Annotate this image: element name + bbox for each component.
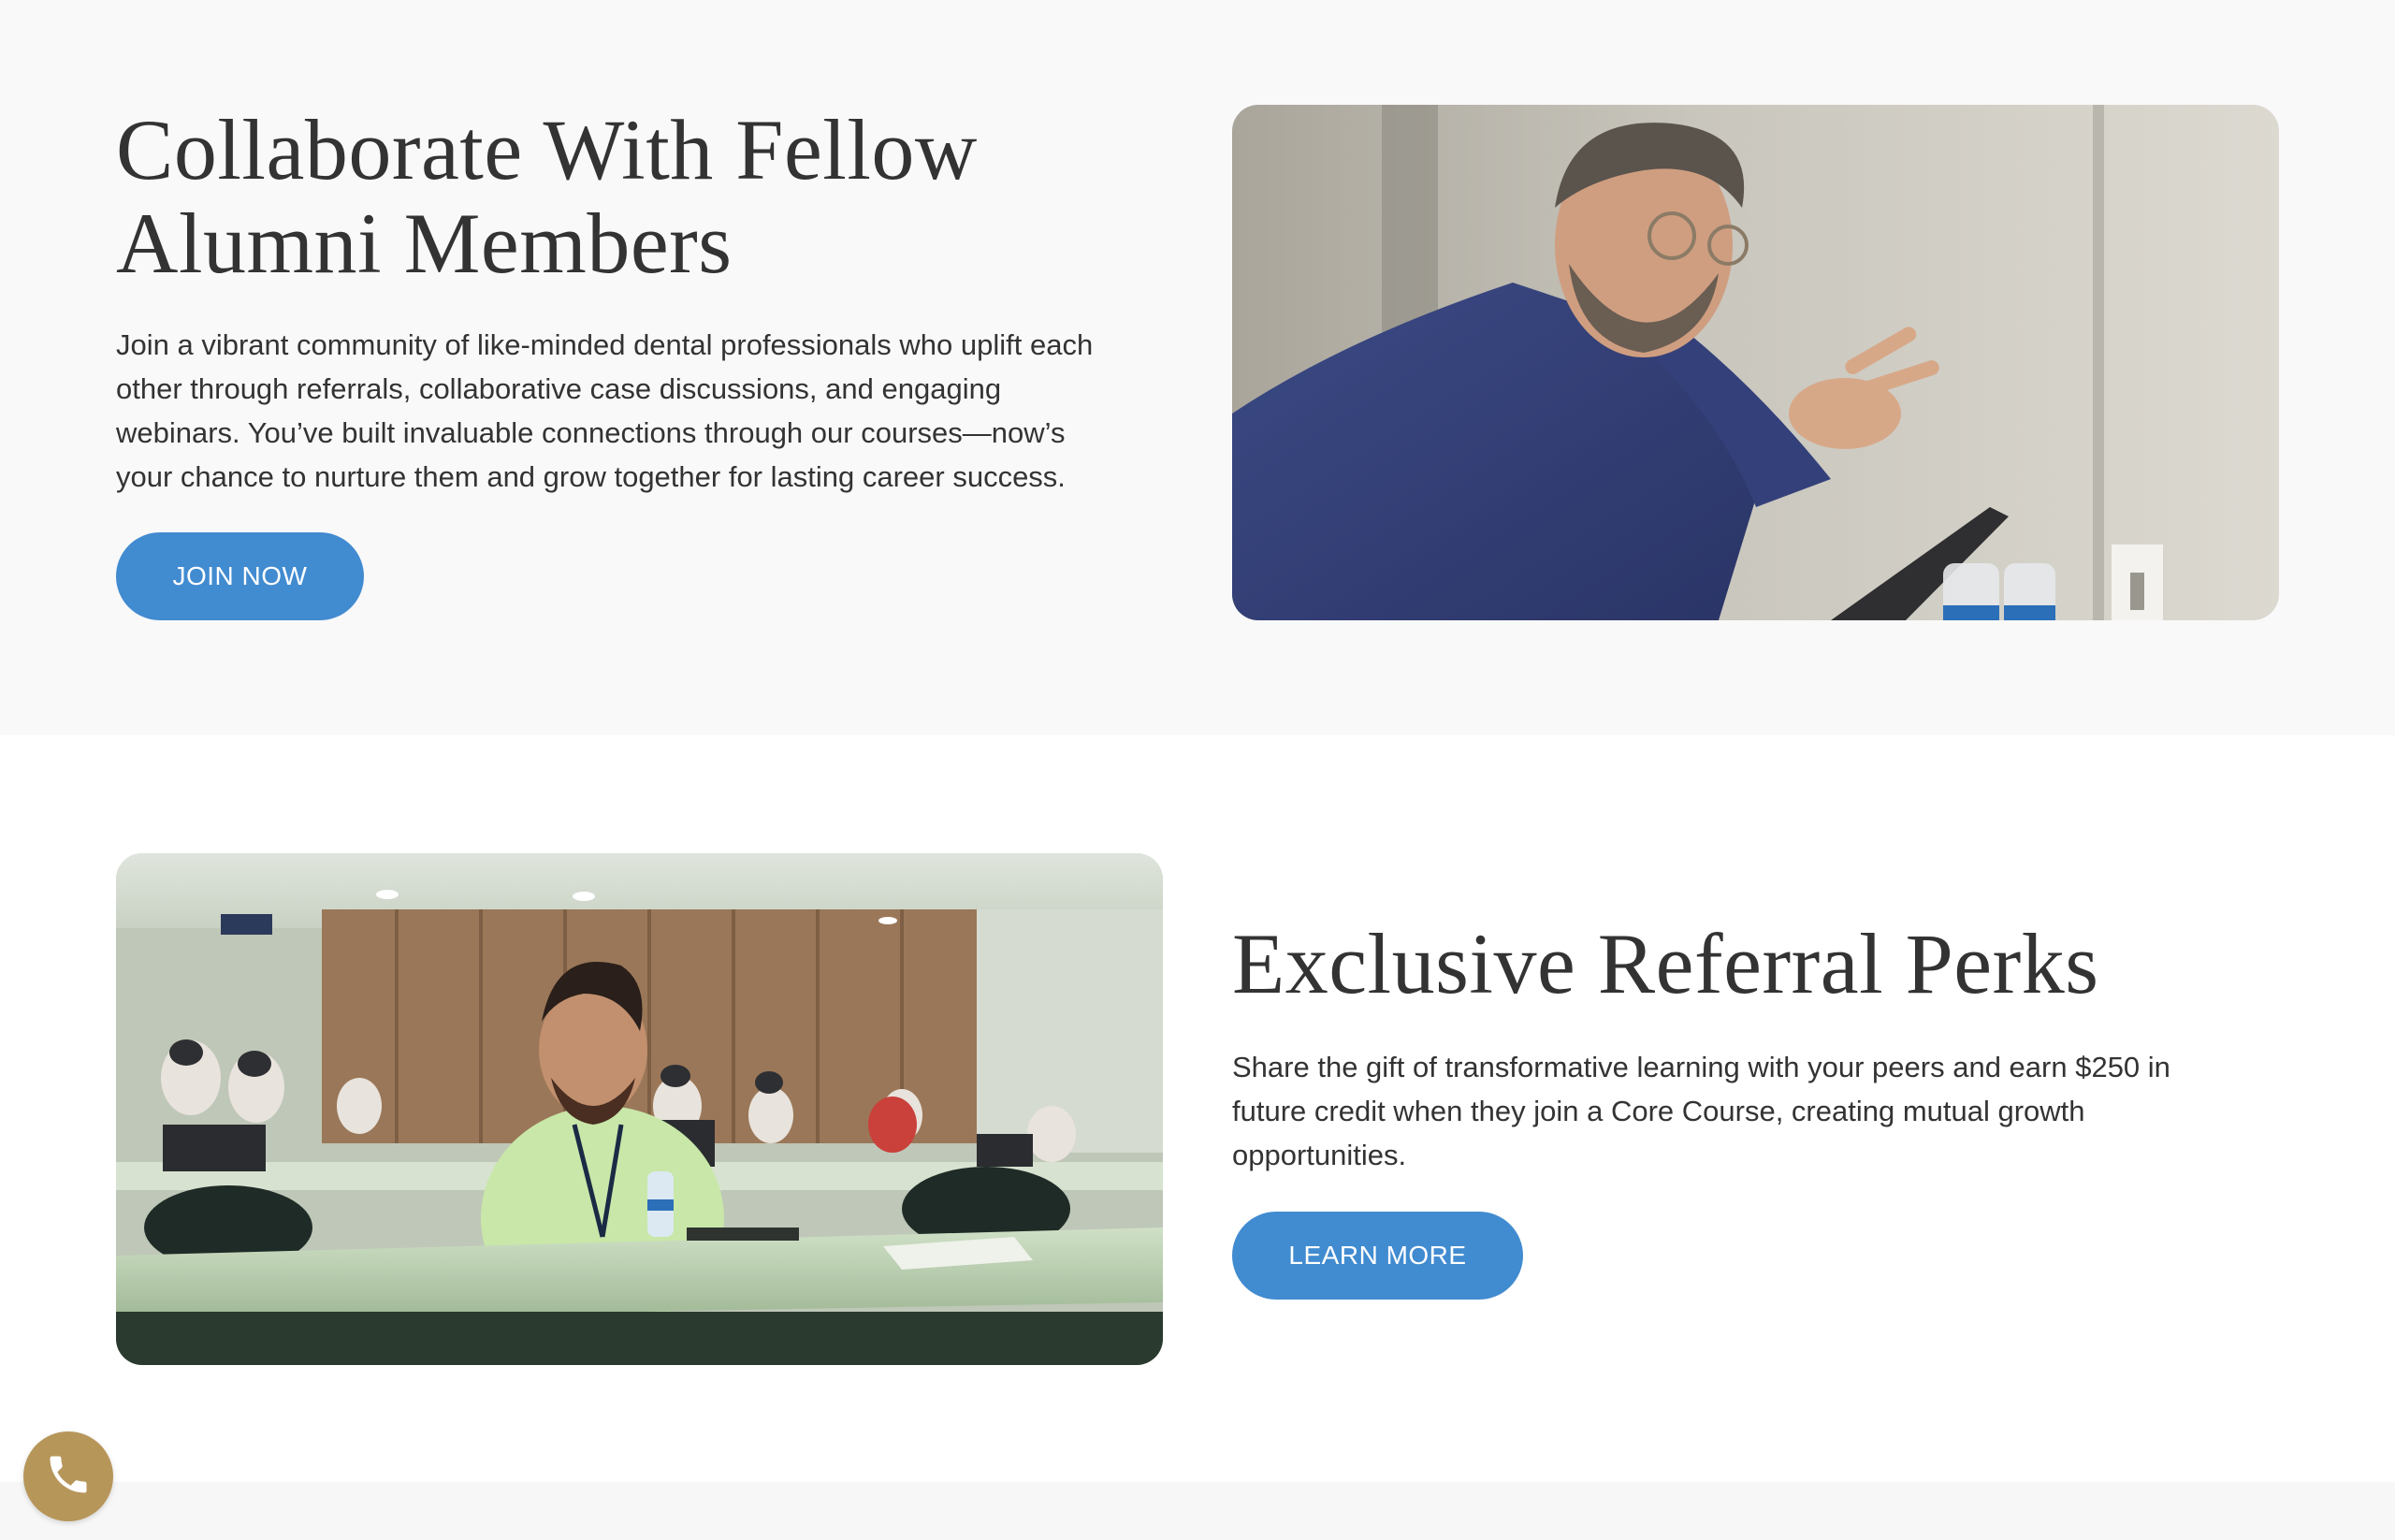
footer-strip — [0, 1482, 2395, 1540]
alumni-description-line-2: other through referrals, collaborative c… — [116, 372, 1002, 405]
learn-more-label: LEARN MORE — [1288, 1241, 1467, 1270]
phone-icon — [44, 1450, 93, 1504]
join-now-button[interactable]: JOIN NOW — [116, 532, 364, 620]
learn-more-button[interactable]: LEARN MORE — [1232, 1212, 1523, 1300]
alumni-description-line-3: webinars. You’ve built invaluable connec… — [116, 416, 1066, 449]
referral-title: Exclusive Referral Perks — [1232, 916, 2099, 1011]
phone-call-button[interactable] — [23, 1431, 113, 1521]
referral-description-line-3: opportunities. — [1232, 1139, 1407, 1171]
referral-description-line-1: Share the gift of transformative learnin… — [1232, 1051, 2170, 1083]
speaker-photo — [1232, 105, 2279, 620]
alumni-description: Join a vibrant community of like-minded … — [116, 323, 1173, 499]
classroom-photo — [116, 853, 1163, 1365]
referral-description-line-2: future credit when they join a Core Cour… — [1232, 1095, 2085, 1127]
join-now-label: JOIN NOW — [172, 561, 308, 590]
alumni-description-line-4: your chance to nurture them and grow tog… — [116, 460, 1066, 493]
alumni-description-line-1: Join a vibrant community of like-minded … — [116, 328, 1094, 361]
alumni-title-line-1: Collaborate With Fellow — [116, 102, 978, 197]
alumni-title-line-2: Alumni Members — [116, 196, 733, 291]
referral-description: Share the gift of transformative learnin… — [1232, 1045, 2289, 1177]
alumni-title: Collaborate With Fellow Alumni Members — [116, 103, 978, 290]
